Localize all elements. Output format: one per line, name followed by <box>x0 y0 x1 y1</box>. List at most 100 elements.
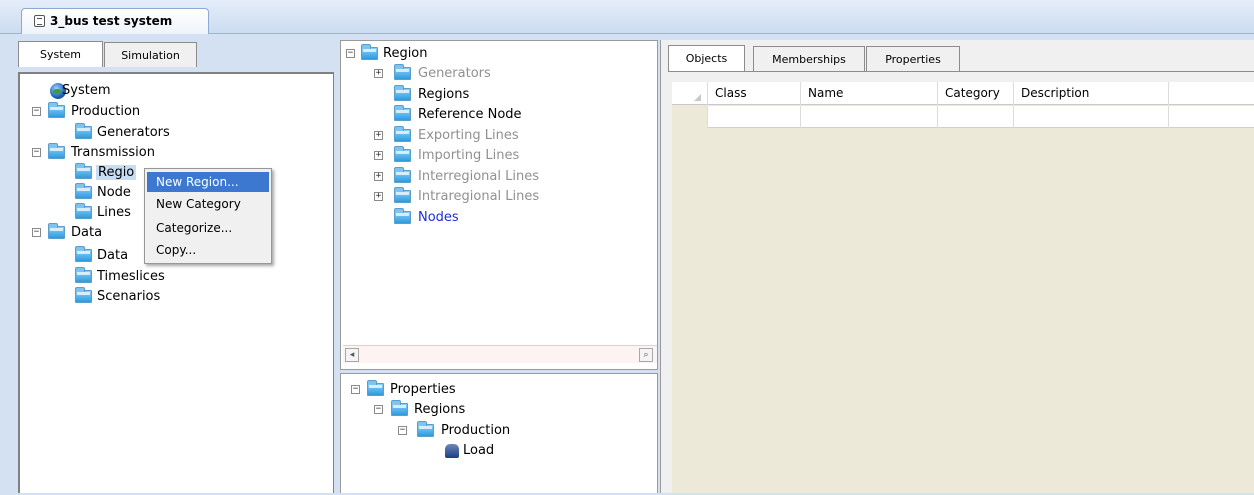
folder-icon <box>394 105 411 121</box>
grid-header: Class Name Category Description <box>672 82 1254 105</box>
collapse-icon[interactable]: − <box>374 405 383 414</box>
tree-item-label: Regio <box>96 165 137 180</box>
tree-item-interregional-lines[interactable]: + Interregional Lines <box>341 167 641 187</box>
tree-item-transmission[interactable]: − Transmission <box>20 143 220 163</box>
load-icon <box>445 444 459 458</box>
tree-item-generators[interactable]: + Generators <box>341 64 641 84</box>
tree-item-label: Scenarios <box>97 289 161 304</box>
tree-item-reference-node[interactable]: Reference Node <box>341 105 641 125</box>
cell-description[interactable] <box>1014 106 1169 128</box>
cell-class[interactable] <box>708 106 801 128</box>
document-icon <box>34 15 45 27</box>
tree-item-nodes[interactable]: Nodes <box>341 208 641 228</box>
folder-icon <box>394 85 411 101</box>
tree-item-system[interactable]: System <box>20 82 220 101</box>
tree-item-scenarios[interactable]: Scenarios <box>20 287 220 307</box>
tree-item-properties[interactable]: − Properties <box>341 380 641 400</box>
tab-properties[interactable]: Properties <box>866 46 960 71</box>
folder-icon <box>394 208 411 224</box>
folder-icon <box>361 44 378 60</box>
document-tab[interactable]: 3_bus test system <box>21 8 209 34</box>
column-header-category[interactable]: Category <box>938 82 1014 105</box>
collapse-icon[interactable]: − <box>32 228 41 237</box>
tree-item-region[interactable]: − Region <box>341 44 641 64</box>
menu-item-new-category[interactable]: New Category <box>147 194 269 214</box>
tree-item-label: Reference Node <box>418 107 522 122</box>
cell-name[interactable] <box>801 106 938 128</box>
row-header <box>672 106 708 128</box>
folder-icon <box>75 123 92 139</box>
tree-item-intraregional-lines[interactable]: + Intraregional Lines <box>341 187 641 207</box>
expand-icon[interactable]: + <box>374 192 383 201</box>
folder-icon <box>75 246 92 262</box>
tree-item-regions[interactable]: Regions <box>341 85 641 105</box>
properties-tree-panel: − Properties − Regions − Production Load <box>340 373 658 493</box>
folder-icon <box>75 287 92 303</box>
tree-item-label: Nodes <box>418 210 459 225</box>
tree-item-production[interactable]: − Production <box>341 421 641 441</box>
tree-item-label: Regions <box>418 87 470 102</box>
collapse-icon[interactable]: − <box>398 426 407 435</box>
folder-icon <box>48 143 65 159</box>
system-tree: System − Production Generators − Transmi… <box>20 74 332 495</box>
folder-icon <box>394 64 411 80</box>
tree-item-label: Properties <box>390 382 456 397</box>
tab-memberships-label: Memberships <box>772 53 846 66</box>
membership-tree-panel: − Region + Generators Regions Reference … <box>340 40 658 370</box>
tab-objects[interactable]: Objects <box>668 45 745 71</box>
collapse-icon[interactable]: − <box>351 385 360 394</box>
tree-item-label: Interregional Lines <box>418 169 539 184</box>
tab-objects-label: Objects <box>685 52 728 65</box>
menu-item-new-region[interactable]: New Region... <box>147 172 269 192</box>
magnifier-icon[interactable]: ⌕ <box>639 348 653 362</box>
tree-item-timeslices[interactable]: Timeslices <box>20 267 220 287</box>
folder-icon <box>394 187 411 203</box>
tab-simulation-label: Simulation <box>121 49 180 62</box>
collapse-icon[interactable]: − <box>346 49 355 58</box>
tree-item-label: Regions <box>414 402 466 417</box>
left-panel-tabs: System Simulation <box>8 41 328 67</box>
folder-icon <box>394 146 411 162</box>
collapse-icon[interactable]: − <box>32 148 41 157</box>
tree-item-label: Load <box>463 443 495 458</box>
menu-item-categorize[interactable]: Categorize... <box>147 218 269 238</box>
expand-icon[interactable]: + <box>374 172 383 181</box>
expand-icon[interactable]: + <box>374 151 383 160</box>
tree-item-regions[interactable]: − Regions <box>341 400 641 420</box>
system-tree-panel: System − Production Generators − Transmi… <box>18 72 334 493</box>
column-header-name[interactable]: Name <box>801 82 938 105</box>
folder-icon <box>75 267 92 283</box>
tree-item-label: Production <box>441 423 511 438</box>
tree-item-exporting-lines[interactable]: + Exporting Lines <box>341 126 641 146</box>
tab-system[interactable]: System <box>18 41 103 67</box>
tab-properties-label: Properties <box>885 53 941 66</box>
scroll-left-arrow-icon[interactable]: ◂ <box>345 348 359 362</box>
tree-item-generators[interactable]: Generators <box>20 123 220 143</box>
grid-corner[interactable] <box>672 82 708 105</box>
corner-triangle-icon <box>694 94 701 101</box>
folder-icon <box>48 102 65 118</box>
horizontal-scrollbar[interactable]: ◂ ⌕ <box>343 345 657 363</box>
tree-item-production[interactable]: − Production <box>20 102 220 122</box>
folder-icon <box>417 421 434 437</box>
tab-simulation[interactable]: Simulation <box>104 42 197 67</box>
expand-icon[interactable]: + <box>374 69 383 78</box>
tab-memberships[interactable]: Memberships <box>753 46 865 71</box>
document-tab-bar: 3_bus test system <box>0 0 1254 34</box>
tree-item-label: Lines <box>97 205 131 220</box>
tree-item-label: Exporting Lines <box>418 128 519 143</box>
folder-icon <box>394 167 411 183</box>
tree-item-label: Node <box>97 185 131 200</box>
tree-item-label: System <box>62 83 111 98</box>
menu-item-copy[interactable]: Copy... <box>147 240 269 260</box>
tree-item-label: Timeslices <box>97 269 165 284</box>
table-row[interactable] <box>672 106 1254 128</box>
column-header-class[interactable]: Class <box>708 82 801 105</box>
tree-item-load[interactable]: Load <box>341 442 641 461</box>
collapse-icon[interactable]: − <box>32 107 41 116</box>
tree-item-importing-lines[interactable]: + Importing Lines <box>341 146 641 166</box>
column-header-description[interactable]: Description <box>1014 82 1169 105</box>
cell-category[interactable] <box>938 106 1014 128</box>
tab-divider <box>668 71 1254 72</box>
expand-icon[interactable]: + <box>374 131 383 140</box>
